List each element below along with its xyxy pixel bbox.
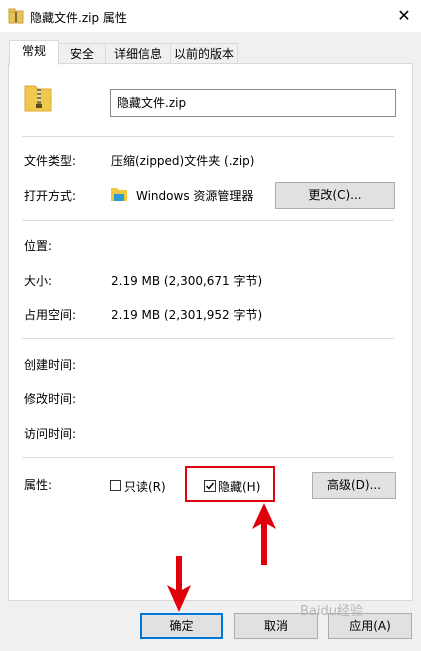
disk-size-value: 2.19 MB (2,301,952 字节) — [111, 308, 263, 322]
watermark: Baidu经验 — [300, 604, 363, 619]
divider — [22, 220, 394, 221]
window-title: 隐藏文件.zip 属性 — [30, 11, 127, 25]
size-value: 2.19 MB (2,300,671 字节) — [111, 274, 263, 288]
modified-label: 修改时间: — [24, 392, 77, 406]
checkbox-box[interactable] — [110, 480, 121, 491]
divider — [22, 136, 394, 137]
tab-previous-versions[interactable]: 以前的版本 — [170, 43, 238, 64]
accessed-label: 访问时间: — [24, 427, 77, 441]
open-with-value: Windows 资源管理器 — [136, 189, 254, 203]
zip-folder-icon — [8, 8, 24, 24]
up-arrow-annotation-icon — [252, 503, 276, 565]
file-type-value: 压缩(zipped)文件夹 (.zip) — [111, 154, 255, 168]
close-button[interactable]: ✕ — [391, 4, 417, 28]
change-button[interactable]: 更改(C)... — [275, 182, 395, 209]
tab-general[interactable]: 常规 — [9, 40, 59, 65]
close-icon: ✕ — [397, 6, 411, 25]
created-label: 创建时间: — [24, 358, 77, 372]
ok-button[interactable]: 确定 — [140, 613, 223, 639]
location-label: 位置: — [24, 239, 53, 253]
disk-size-label: 占用空间: — [24, 308, 77, 322]
checkmark-icon — [204, 480, 216, 492]
file-type-label: 文件类型: — [24, 154, 77, 168]
zip-file-icon — [24, 85, 52, 112]
hidden-label: 隐藏(H) — [218, 480, 261, 494]
general-panel — [8, 63, 413, 601]
down-arrow-annotation-icon — [167, 556, 191, 612]
hidden-checkbox[interactable] — [204, 480, 216, 495]
readonly-label: 只读(R) — [124, 480, 166, 494]
size-label: 大小: — [24, 274, 53, 288]
file-name-input[interactable]: 隐藏文件.zip — [110, 89, 396, 117]
open-with-label: 打开方式: — [24, 189, 77, 203]
advanced-button[interactable]: 高级(D)... — [312, 472, 396, 499]
tab-details[interactable]: 详细信息 — [105, 43, 171, 64]
tab-security[interactable]: 安全 — [58, 43, 106, 64]
divider — [22, 338, 394, 339]
attributes-label: 属性: — [24, 478, 53, 492]
divider — [22, 457, 394, 458]
explorer-icon — [111, 188, 127, 201]
readonly-checkbox[interactable] — [110, 480, 121, 491]
